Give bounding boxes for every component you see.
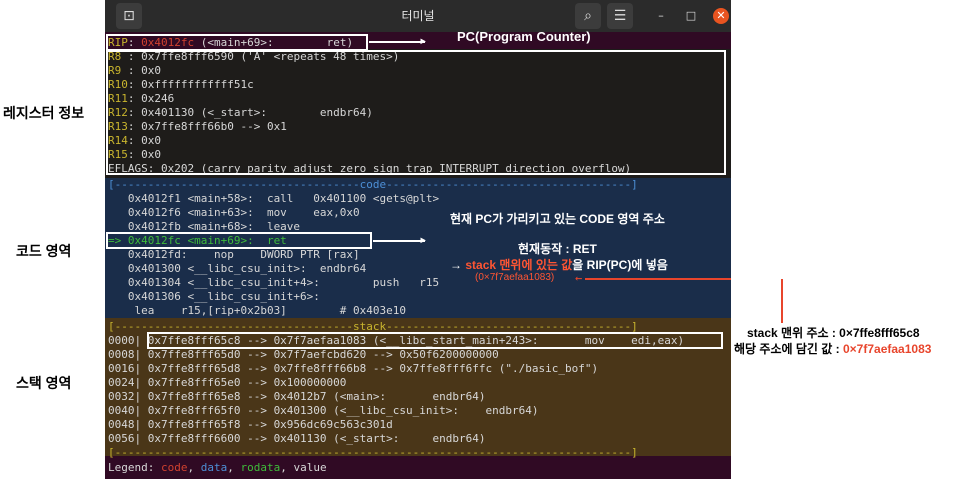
menu-icon: ☰ (613, 8, 627, 24)
legend-label: Legend: (108, 461, 155, 474)
legend-data: data (200, 461, 228, 474)
code-arrow (373, 240, 425, 242)
action-rest-text: 을 RIP(PC)에 넣음 (572, 258, 668, 272)
code-line: 0x4012f1 <main+58>: call 0x401100 <gets@… (108, 192, 440, 205)
action-prefix: → (450, 258, 466, 272)
stack-line: 0024| 0x7ffe8fff65e0 --> 0x100000000 (108, 376, 347, 389)
pc-annotation: PC(Program Counter) (457, 29, 591, 44)
code-line: lea r15,[rip+0x2b03] # 0x403e10 (108, 304, 407, 317)
action-annotation: → stack 맨위에 있는 값을 RIP(PC)에 넣음 (450, 256, 668, 273)
value-arrow-line (585, 278, 731, 280)
window-title: 터미널 (401, 9, 435, 23)
code-line: 0x4012f6 <main+63>: mov eax,0x0 (108, 206, 360, 219)
pc-arrow (369, 41, 425, 43)
stack-value-label: 해당 주소에 담긴 값 : (734, 342, 843, 356)
current-instruction-box (106, 232, 372, 249)
value-arrow-head: ← (575, 271, 583, 285)
pc-arrow-head: ▸ (419, 33, 428, 49)
close-button[interactable]: ✕ (713, 8, 729, 24)
action-red-text: stack 맨위에 있는 값 (465, 258, 573, 272)
stack-top-annotation: stack 맨위 주소 : 0×7ffe8fff65c8 (747, 326, 920, 340)
stack-footer: [---------------------------------------… (108, 446, 638, 459)
code-line: 0x401300 <__libc_csu_init>: endbr64 (108, 262, 367, 275)
maximize-button[interactable]: □ (683, 8, 699, 24)
code-arrow-head: ▸ (419, 232, 428, 248)
value-connector-line (781, 279, 783, 323)
rip-highlight-box (106, 34, 368, 51)
current-pc-annotation: 현재 PC가 가리키고 있는 CODE 영역 주소 (450, 212, 665, 226)
search-button[interactable]: ⌕ (575, 3, 601, 29)
stack-section-label: 스택 영역 (16, 375, 72, 391)
terminal-window: ⊡ 터미널 ⌕ ☰ – □ ✕ RIP: 0x4012fc (<main+69>… (105, 0, 731, 479)
stack-line: 0056| 0x7ffe8fff6600 --> 0x401130 (<_sta… (108, 432, 486, 445)
stack-line: 0048| 0x7ffe8fff65f8 --> 0x956dc69c563c3… (108, 418, 393, 431)
menu-button[interactable]: ☰ (607, 3, 633, 29)
legend-value: value (293, 461, 327, 474)
minimize-button[interactable]: – (653, 8, 669, 24)
code-line: 0x401304 <__libc_csu_init+4>: push r15 (108, 276, 440, 289)
stack-top-box (147, 332, 723, 349)
code-line: 0x4012fd: nop DWORD PTR [rax] (108, 248, 360, 261)
current-op-annotation: 현재동작 : RET (518, 242, 597, 256)
code-section-label: 코드 영역 (16, 243, 72, 259)
registers-highlight-box (106, 50, 726, 175)
stack-value-text: 0×7f7aefaa1083 (843, 342, 932, 356)
stack-line: 0040| 0x7ffe8fff65f0 --> 0x401300 (<__li… (108, 404, 539, 417)
stack-line: 0032| 0x7ffe8fff65e8 --> 0x4012b7 (<main… (108, 390, 486, 403)
stack-value-annotation: 해당 주소에 담긴 값 : 0×7f7aefaa1083 (734, 340, 931, 357)
title-bar: ⊡ 터미널 ⌕ ☰ – □ ✕ (105, 0, 731, 32)
legend-code: code (160, 461, 188, 474)
legend-rodata: rodata (240, 461, 281, 474)
action-value-annotation: (0×7f7aefaa1083) (475, 272, 555, 283)
legend: Legend: code, data, rodata, value (108, 461, 327, 474)
registers-section-label: 레지스터 정보 (3, 105, 85, 121)
stack-line: 0008| 0x7ffe8fff65d0 --> 0x7f7aefcbd620 … (108, 348, 499, 361)
stack-line: 0016| 0x7ffe8fff65d8 --> 0x7ffe8fff66b8 … (108, 362, 599, 375)
search-icon: ⌕ (584, 8, 592, 24)
code-line: 0x401306 <__libc_csu_init+6>: (108, 290, 320, 303)
code-header: [-------------------------------------co… (108, 178, 638, 191)
